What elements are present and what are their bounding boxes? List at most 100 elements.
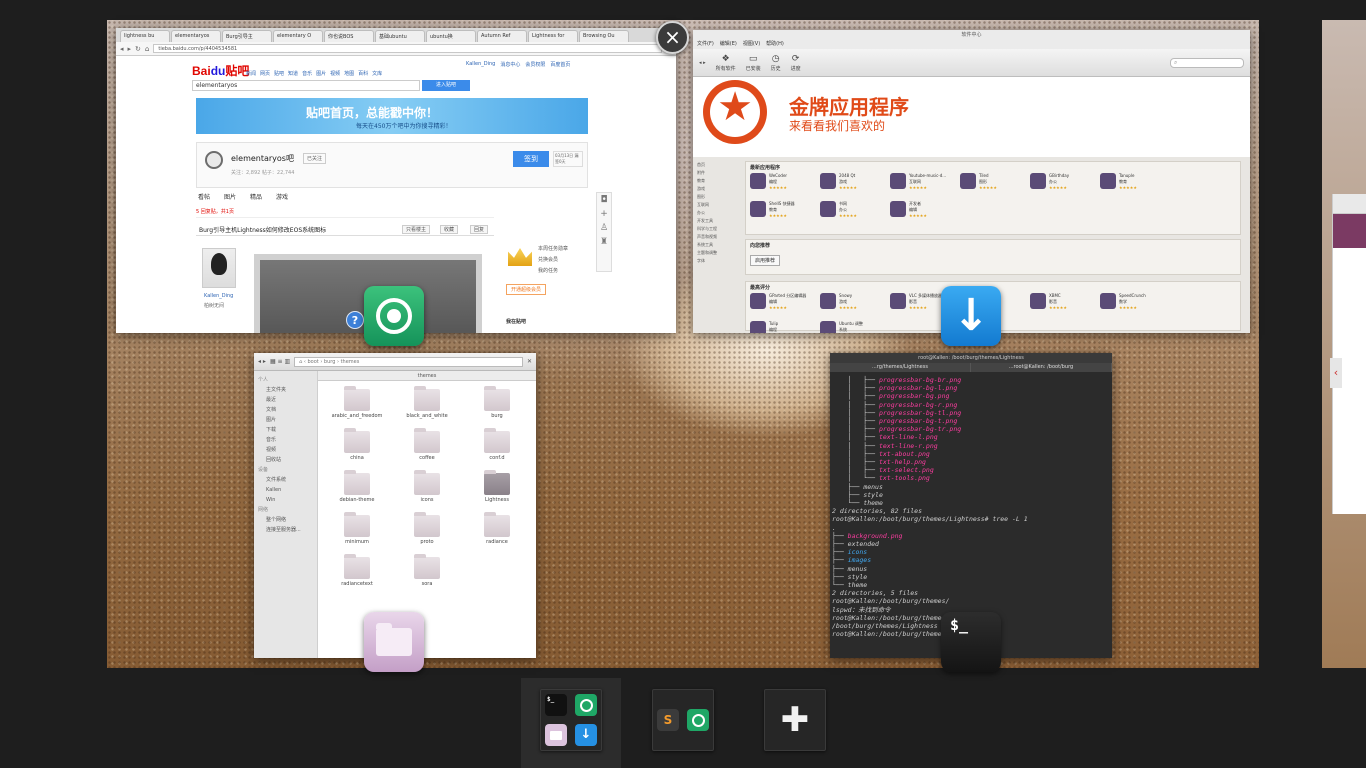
folder-icon — [344, 428, 370, 453]
app-card: 开发者 编辑 ★★★★★ — [890, 201, 960, 229]
app-card: ShellS 快捷器 教育 ★★★★★ — [750, 201, 820, 229]
workspace-2-thumbnail[interactable]: S — [652, 689, 714, 751]
sidebar-section: 网络 — [258, 507, 269, 513]
plus-icon: ✚ — [780, 700, 810, 740]
browser-tab: elementaryos — [171, 30, 221, 42]
baidu-nav-link: 知道 — [288, 71, 299, 77]
home-icon: ⌂ — [144, 44, 150, 53]
app-icon — [890, 293, 906, 309]
app-icon — [820, 293, 836, 309]
app-card: WeCoder 编程 ★★★★★ — [750, 173, 820, 201]
terminal-line: │ ├── txt-help.png — [832, 458, 926, 467]
software-center-menubar: 文件(F) 编辑(E) 视图(V) 帮助(H) — [693, 40, 1250, 49]
folder-label: conf.d — [489, 455, 505, 461]
sidebar-item: 连接至服务器... — [266, 527, 301, 533]
files-app-icon[interactable] — [364, 612, 424, 672]
terminal-line: │ └── txt-tools.png — [832, 474, 930, 483]
terminal-line: ├── icons — [832, 548, 868, 557]
browser-tab: lightness bu — [120, 30, 170, 42]
folder-label: minimum — [345, 539, 369, 545]
sidebar-item: 主文件夹 — [266, 387, 287, 393]
baidu-user-link: 消息中心 — [500, 62, 521, 68]
folder-label: arabic_and_freedom — [331, 413, 383, 419]
software-center-app-icon[interactable]: ↓ — [941, 286, 1001, 346]
menu-item: 帮助(H) — [766, 41, 784, 47]
app-info: Tanuple 教育 ★★★★★ — [1119, 173, 1137, 191]
terminal-line: ├── extended — [832, 540, 879, 549]
folder-item: minimum — [322, 512, 392, 545]
terminal-title: root@Kallen: /boot/burg/themes/Lightness — [830, 353, 1112, 363]
rating-stars: ★★★★★ — [979, 185, 997, 190]
folder-label: china — [350, 455, 364, 461]
chrome-toolbar: ◂ ▸ ↻ ⌂ tieba.baidu.com/p/4404534581 ≡ — [116, 42, 676, 56]
chrome-icon — [376, 298, 412, 334]
sidebar-item: 下载 — [266, 427, 277, 433]
folder-label: icons — [420, 497, 434, 503]
right-sidebar: 本周任务勋章 兑换会员 我的任务 开通超级会员 我在贴吧 — [502, 222, 590, 332]
files-view: themes arabic_and_freedom black_and_white… — [318, 371, 536, 658]
folder-item: arabic_and_freedom — [322, 386, 392, 419]
terminal-line: │ ├── progressbar-bg-br.png — [832, 376, 962, 384]
next-workspace-window — [1332, 194, 1366, 514]
category-item: 互联网 — [697, 202, 709, 207]
menu-item: 文件(F) — [697, 41, 714, 47]
forum-tab: 精品 — [250, 194, 263, 201]
folder-icon — [484, 428, 510, 453]
monitor-icon: ▭ — [748, 53, 758, 64]
app-card: Tanuple 教育 ★★★★★ — [1100, 173, 1170, 201]
close-window-button[interactable]: × — [656, 21, 689, 54]
category-item: 开发工具 — [697, 218, 713, 223]
next-workspace-peek[interactable]: ‹ — [1322, 20, 1366, 668]
rating-stars: ★★★★★ — [1049, 185, 1067, 190]
terminal-line: root@Kallen:/boot/burg/themes/ — [832, 597, 950, 606]
folder-item: burg — [462, 386, 532, 419]
sidebar-item: 图片 — [266, 417, 277, 423]
app-info: Tulip编程★★★★★ — [769, 321, 787, 333]
only-op-button: 只看楼主 — [402, 225, 431, 234]
folder-item: sora — [392, 554, 462, 587]
app-info: 书网 办公 ★★★★★ — [839, 201, 857, 219]
terminal-tabs: ...rg/themes/Lightness ...root@Kallen: /b… — [830, 363, 1112, 372]
folder-label: radiancetext — [341, 581, 373, 587]
forward-icon: ▸ — [127, 44, 132, 53]
chrome-app-icon[interactable] — [364, 286, 424, 346]
reload-icon: ↻ — [135, 44, 141, 53]
terminal-line: │ ├── txt-about.png — [832, 449, 930, 458]
app-info: 2048 Qt 游戏 ★★★★★ — [839, 173, 857, 191]
sidebar-item: 最近 — [266, 397, 277, 403]
software-search-input: ⌕ — [1170, 57, 1244, 68]
sidebar-section: 设备 — [258, 467, 269, 473]
folder-item: proto — [392, 512, 462, 545]
help-icon: ? — [346, 311, 364, 329]
rating-stars: ★★★★★ — [839, 185, 857, 190]
category-item: 主题和调整 — [697, 250, 717, 255]
app-icon — [820, 321, 836, 333]
terminal-mini-icon: $_ — [545, 694, 567, 716]
crown-icon — [508, 248, 532, 266]
app-info: ShellS 快捷器 教育 ★★★★★ — [769, 201, 795, 219]
folder-icon — [344, 470, 370, 495]
sidebar-link: 兑换会员 — [538, 257, 559, 263]
category-list: 首页 附件 教育 游戏 图形 互联网 办公 开发工具 科学与工程 声音和视频 系统工具 主题和调整 字体 — [697, 161, 743, 265]
next-workspace-arrow[interactable]: ‹ — [1330, 358, 1342, 388]
browser-tab: Lightness for — [528, 30, 578, 42]
terminal-line: . — [832, 523, 836, 532]
app-icon — [1100, 173, 1116, 189]
sidebar-item: Kallen — [266, 487, 282, 493]
rating-stars: ★★★★★ — [769, 185, 787, 190]
terminal-app-icon[interactable]: $_ — [941, 612, 1001, 672]
workspace-1-thumbnail[interactable]: $_ ↓ — [540, 689, 602, 751]
app-icon — [890, 201, 906, 217]
folder-item: debian-theme — [322, 470, 392, 503]
person-icon: ♙ — [599, 223, 609, 233]
baidu-nav-link: 百科 — [358, 71, 369, 77]
view-mode-icon: ▦ ≡ ▥ — [269, 358, 291, 365]
app-info: XBMC 影音 ★★★★★ — [1049, 293, 1067, 311]
folder-icon — [344, 512, 370, 537]
new-workspace-button[interactable]: ✚ — [764, 689, 826, 751]
banner-title: 贴吧首页，总能戳中你！ — [306, 106, 439, 120]
forum-name: elementaryos吧 — [231, 154, 294, 163]
app-icon — [1030, 293, 1046, 309]
category-item: 首页 — [697, 162, 705, 167]
clock-icon: ◷ — [771, 53, 780, 64]
